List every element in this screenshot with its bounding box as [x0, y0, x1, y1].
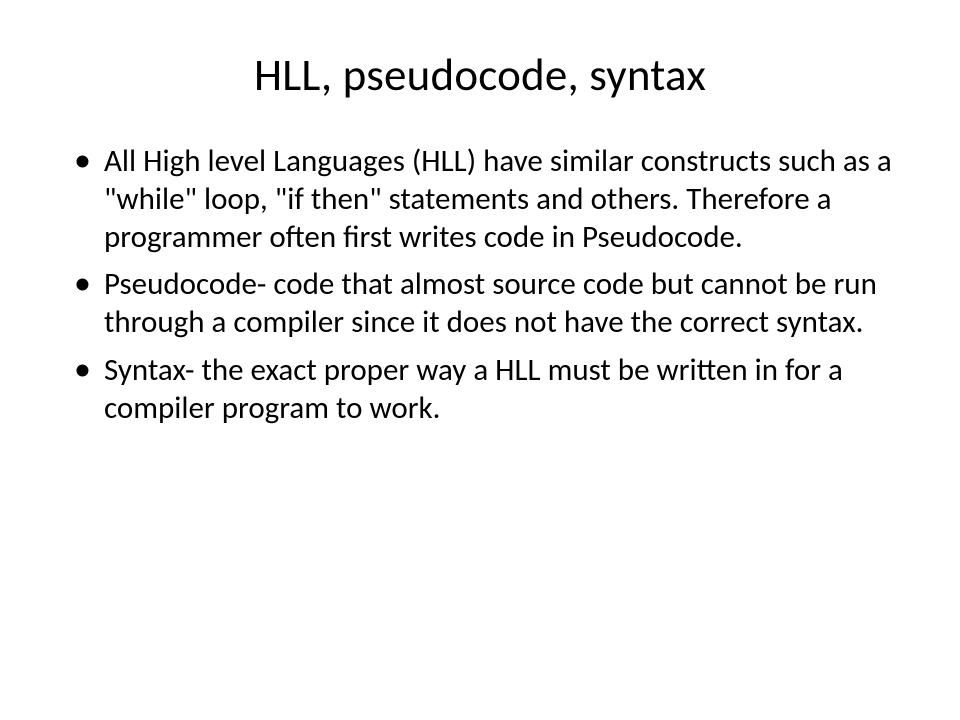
- bullet-list: All High level Languages (HLL) have simi…: [70, 143, 900, 428]
- list-item: Syntax- the exact proper way a HLL must …: [70, 352, 900, 428]
- list-item: Pseudocode- code that almost source code…: [70, 266, 900, 342]
- list-item: All High level Languages (HLL) have simi…: [70, 143, 900, 256]
- slide-title: HLL, pseudocode, syntax: [60, 48, 900, 103]
- slide: HLL, pseudocode, syntax All High level L…: [0, 0, 960, 720]
